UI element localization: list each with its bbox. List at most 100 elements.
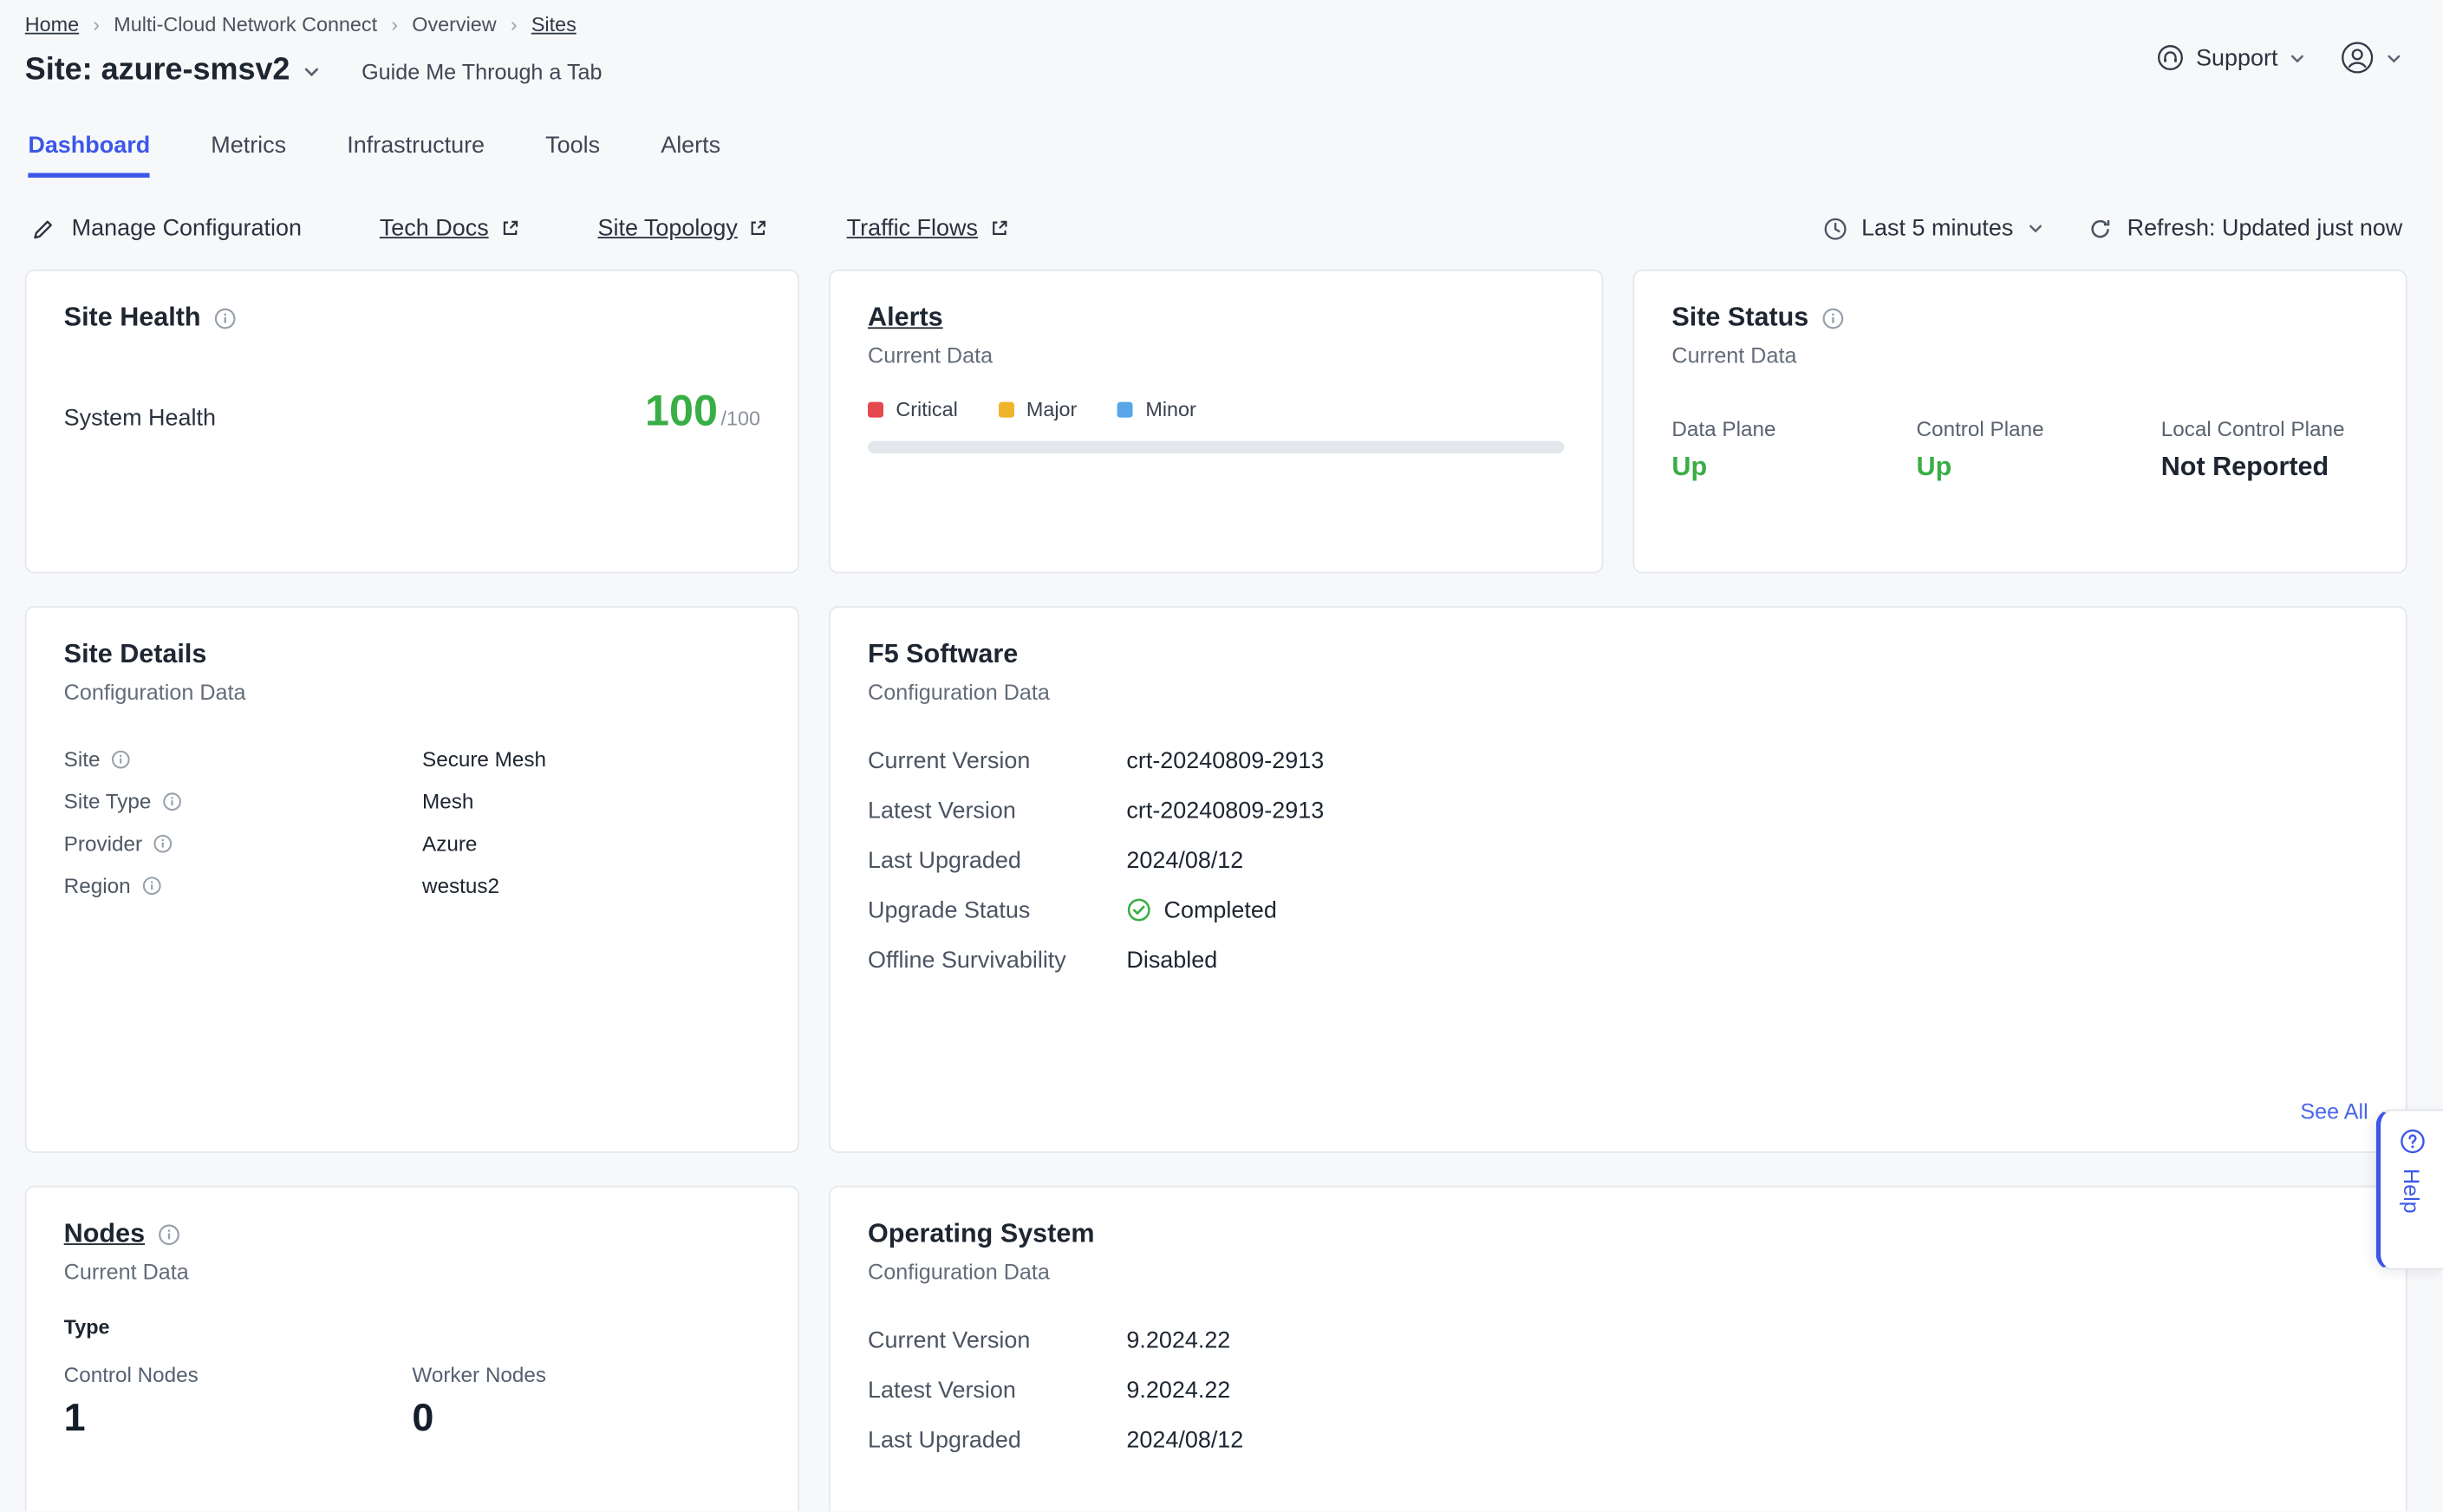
refresh-button[interactable]: Refresh: Updated just now (2088, 215, 2403, 242)
info-icon[interactable] (153, 834, 173, 854)
external-link-icon (499, 218, 519, 238)
legend-item-major: Major (999, 397, 1078, 420)
info-icon[interactable] (111, 749, 131, 769)
current-version-label: Current Version (868, 747, 1126, 774)
refresh-label: Refresh: Updated just now (2127, 215, 2403, 242)
tab-tools[interactable]: Tools (545, 133, 600, 178)
latest-version-label: Latest Version (868, 797, 1126, 824)
manage-configuration-label: Manage Configuration (72, 215, 302, 242)
control-nodes-column: Control Nodes 1 (64, 1364, 413, 1442)
site-selector-chevron-icon[interactable] (303, 62, 322, 81)
legend-item-minor: Minor (1117, 397, 1196, 420)
upgrade-status-label: Upgrade Status (868, 896, 1126, 923)
detail-row-site: Site Secure Mesh (64, 739, 760, 781)
kv-row-current-version: Current Version crt-20240809-2913 (868, 735, 2368, 785)
site-status-title: Site Status (1671, 303, 1808, 334)
last-upgraded-value: 2024/08/12 (1126, 847, 1243, 874)
info-icon[interactable] (162, 792, 182, 811)
site-topology-link[interactable]: Site Topology (597, 215, 768, 242)
os-current-version-value: 9.2024.22 (1126, 1326, 1230, 1353)
alerts-card-title-link[interactable]: Alerts (868, 303, 943, 334)
legend-item-critical: Critical (868, 397, 958, 420)
support-label: Support (2196, 44, 2277, 71)
guide-me-button[interactable]: Guide Me Through a Tab (362, 58, 602, 83)
nodes-type-header: Type (64, 1315, 760, 1339)
support-menu[interactable]: Support (2157, 43, 2306, 71)
nodes-card: Nodes Current Data Type Control Nodes 1 … (25, 1186, 799, 1512)
tech-docs-link[interactable]: Tech Docs (380, 215, 520, 242)
detail-row-provider: Provider Azure (64, 823, 760, 865)
current-version-value: crt-20240809-2913 (1126, 747, 1324, 774)
tab-metrics[interactable]: Metrics (211, 133, 286, 178)
worker-nodes-column: Worker Nodes 0 (412, 1364, 760, 1442)
kv-row-offline-survivability: Offline Survivability Disabled (868, 935, 2368, 985)
breadcrumb-sites[interactable]: Sites (531, 12, 577, 36)
tech-docs-label: Tech Docs (380, 215, 489, 242)
site-details-card: Site Details Configuration Data Site Sec… (25, 606, 799, 1153)
local-control-plane-value: Not Reported (2161, 452, 2345, 483)
legend-major-label: Major (1026, 397, 1077, 420)
offline-survivability-label: Offline Survivability (868, 947, 1126, 974)
critical-swatch-icon (868, 401, 883, 417)
traffic-flows-label: Traffic Flows (847, 215, 978, 242)
site-status-columns: Data Plane Up Control Plane Up Local Con… (1671, 418, 2368, 483)
os-last-upgraded-label: Last Upgraded (868, 1426, 1126, 1453)
info-icon[interactable] (157, 1222, 180, 1246)
manage-configuration-button[interactable]: Manage Configuration (31, 215, 302, 242)
detail-row-region: Region westus2 (64, 864, 760, 907)
control-plane-label: Control Plane (1917, 418, 2161, 441)
local-control-plane-label: Local Control Plane (2161, 418, 2345, 441)
os-current-version-label: Current Version (868, 1326, 1126, 1353)
system-health-row: System Health 100/100 (64, 387, 760, 437)
site-status-card: Site Status Current Data Data Plane Up C… (1632, 270, 2407, 573)
control-plane-status: Control Plane Up (1917, 418, 2161, 483)
legend-minor-label: Minor (1145, 397, 1195, 420)
worker-nodes-label: Worker Nodes (412, 1364, 760, 1387)
os-latest-version-value: 9.2024.22 (1126, 1377, 1230, 1404)
tab-bar: Dashboard Metrics Infrastructure Tools A… (0, 133, 2443, 178)
detail-row-site-type: Site Type Mesh (64, 780, 760, 823)
tab-dashboard[interactable]: Dashboard (28, 133, 150, 178)
site-details-subtitle: Configuration Data (64, 680, 760, 705)
site-status-subtitle: Current Data (1671, 342, 2368, 368)
f5-software-title: F5 Software (868, 639, 1018, 670)
external-link-icon (748, 218, 768, 238)
top-bar-right: Support (2157, 41, 2402, 75)
alerts-legend: Critical Major Minor (868, 397, 1564, 420)
info-icon[interactable] (141, 876, 161, 896)
title-row: Site: azure-smsv2 Guide Me Through a Tab (25, 53, 603, 88)
offline-survivability-value: Disabled (1126, 947, 1217, 974)
tab-alerts[interactable]: Alerts (661, 133, 720, 178)
traffic-flows-link[interactable]: Traffic Flows (847, 215, 1009, 242)
site-value: Secure Mesh (422, 748, 546, 772)
provider-label: Provider (64, 832, 142, 856)
last-upgraded-label: Last Upgraded (868, 847, 1126, 874)
kv-row-upgrade-status: Upgrade Status Completed (868, 885, 2368, 935)
info-icon[interactable] (213, 306, 237, 329)
os-last-upgraded-value: 2024/08/12 (1126, 1426, 1243, 1453)
account-menu[interactable] (2340, 41, 2402, 75)
info-icon[interactable] (1821, 306, 1845, 329)
control-plane-value: Up (1917, 452, 2161, 483)
worker-nodes-value: 0 (412, 1396, 760, 1441)
breadcrumb-home[interactable]: Home (25, 12, 79, 36)
site-label: Site (64, 748, 101, 772)
f5-software-subtitle: Configuration Data (868, 680, 2368, 705)
upgrade-status-value: Completed (1164, 896, 1277, 923)
kv-row-latest-version: Latest Version crt-20240809-2913 (868, 785, 2368, 836)
toolbar-right: Last 5 minutes Refresh: Updated just now (1822, 215, 2402, 242)
help-tab[interactable]: Help (2376, 1110, 2443, 1270)
site-type-label: Site Type (64, 790, 152, 813)
time-range-label: Last 5 minutes (1861, 215, 2013, 242)
breadcrumb-overview: Overview (412, 12, 496, 36)
external-link-icon (989, 218, 1009, 238)
provider-value: Azure (422, 832, 477, 856)
time-range-selector[interactable]: Last 5 minutes (1822, 215, 2044, 242)
nodes-card-title-link[interactable]: Nodes (64, 1218, 145, 1249)
tab-infrastructure[interactable]: Infrastructure (347, 133, 485, 178)
refresh-icon (2088, 216, 2114, 241)
operating-system-subtitle: Configuration Data (868, 1259, 2368, 1284)
kv-row-os-latest-version: Latest Version 9.2024.22 (868, 1365, 2368, 1415)
see-all-link[interactable]: See All (2300, 1098, 2368, 1124)
site-dashboard-page: Home › Multi-Cloud Network Connect › Ove… (0, 0, 2443, 1511)
